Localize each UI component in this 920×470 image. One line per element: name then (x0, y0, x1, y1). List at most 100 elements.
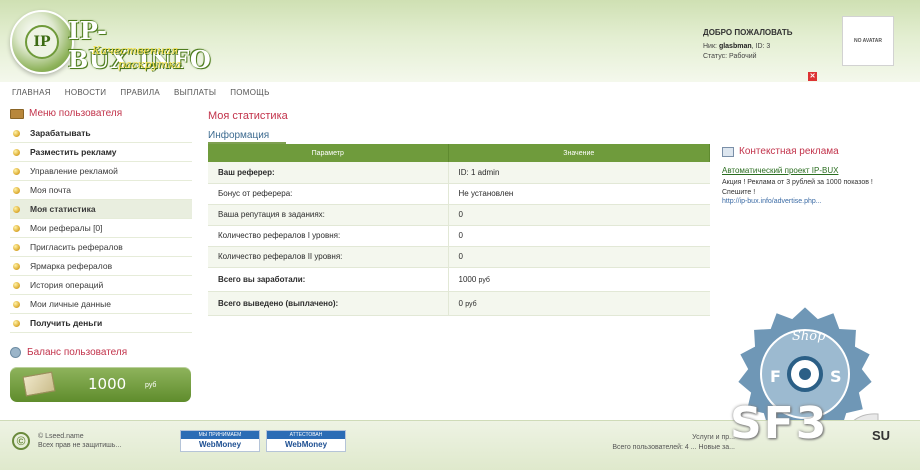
nav-payouts[interactable]: ВЫПЛАТЫ (174, 88, 216, 97)
row-value: 0 (447, 246, 710, 268)
ad-heading: Контекстная реклама (722, 146, 902, 157)
menu-item-label: Пригласить рефералов (30, 242, 123, 252)
menu-item-referrals[interactable]: Мои рефералы [0] (10, 219, 192, 238)
menu-item-label: Мои личные данные (30, 299, 111, 309)
table-row: Ваша репутация в заданиях: 0 (208, 204, 710, 226)
logo-tagline-2: раскрутка (118, 58, 182, 71)
table-row: Ваш реферер: ID: 1 admin (208, 162, 710, 184)
row-label: Количество рефералов I уровня: (208, 225, 448, 247)
row-label: Всего вы заработали: (208, 267, 448, 292)
user-icon (10, 347, 21, 358)
row-value: 0 (447, 204, 710, 226)
banknote-icon (22, 371, 56, 397)
site-header: IP IP-BUX.INFO Качественная раскрутка ДО… (0, 0, 920, 82)
ad-link[interactable]: Автоматический проект IP-BUX (722, 166, 902, 175)
bullet-icon (13, 129, 20, 137)
column-header-parameter: Параметр (208, 144, 449, 162)
balance-value: 1000 (88, 375, 127, 393)
ad-title: Контекстная реклама (739, 146, 839, 157)
footer-stats: Услуги и пр... Всего пользователей: 4 ..… (612, 433, 735, 453)
balance-title: Баланс пользователя (27, 347, 128, 358)
nick-label: Ник: (703, 43, 717, 50)
balance-box: 1000 руб (10, 367, 191, 402)
total-withdrawn-value: 0 (458, 298, 463, 308)
total-earned-value: 1000 (458, 274, 477, 284)
menu-item-mail[interactable]: Моя почта (10, 181, 192, 200)
webmoney-attested-badge[interactable]: АТТЕСТОВАН WebMoney (266, 430, 346, 452)
row-label: Ваш реферер: (208, 162, 448, 184)
stats-table: Параметр Значение Ваш реферер: ID: 1 adm… (208, 144, 710, 316)
bullet-icon (13, 262, 20, 270)
menu-item-label: Управление рекламой (30, 166, 118, 176)
copyright-name[interactable]: © Lseed.name (38, 432, 121, 441)
menu-item-label: Моя статистика (30, 204, 96, 214)
bullet-icon (13, 148, 20, 156)
nav-help[interactable]: ПОМОЩЬ (230, 88, 269, 97)
menu-item-invite[interactable]: Пригласить рефералов (10, 238, 192, 257)
balance-unit: руб (145, 382, 157, 389)
menu-item-manage-ads[interactable]: Управление рекламой (10, 162, 192, 181)
nav-news[interactable]: НОВОСТИ (65, 88, 107, 97)
menu-item-earn[interactable]: Зарабатывать (10, 124, 192, 143)
bullet-icon (13, 167, 20, 175)
menu-item-stats[interactable]: Моя статистика (10, 200, 192, 219)
menu-item-label: Разместить рекламу (30, 147, 117, 157)
row-label: Количество рефералов II уровня: (208, 246, 448, 268)
user-menu-heading: Меню пользователя (10, 108, 192, 119)
bullet-icon (13, 319, 20, 327)
menu-item-label: Моя почта (30, 185, 71, 195)
logout-icon[interactable]: ✕ (808, 72, 817, 81)
table-row: Всего выведено (выплачено): 0 руб (208, 291, 710, 316)
bullet-icon (13, 300, 20, 308)
ad-url[interactable]: http://ip-bux.info/advertise.php... (722, 198, 902, 205)
table-header-row: Параметр Значение (208, 144, 710, 162)
footer-right-line-1[interactable]: Услуги и пр... (612, 433, 735, 443)
menu-item-personal-data[interactable]: Мои личные данные (10, 295, 192, 314)
user-menu-title: Меню пользователя (29, 108, 123, 119)
copyright-block: © Lseed.name Всех прав не защитишь... (38, 432, 121, 450)
id-value: 3 (766, 43, 771, 50)
menu-item-label: Зарабатывать (30, 128, 91, 138)
menu-item-label: Ярмарка рефералов (30, 261, 113, 271)
bullet-icon (13, 224, 20, 232)
wm-badge-top: МЫ ПРИНИМАЕМ (181, 431, 259, 439)
copyright-sub: Всех прав не защитишь... (38, 442, 122, 449)
currency-unit: руб (465, 300, 477, 308)
site-watermark-suffix: SU (872, 428, 891, 443)
bullet-icon (13, 186, 20, 194)
column-header-value: Значение (448, 144, 710, 162)
badge-text-left: F (770, 367, 781, 386)
row-label: Ваша репутация в заданиях: (208, 204, 448, 226)
page-title: Моя статистика (208, 110, 288, 122)
menu-item-place-ad[interactable]: Разместить рекламу (10, 143, 192, 162)
logo-mark: IP (25, 25, 59, 59)
bullet-icon (13, 243, 20, 251)
table-row: Всего вы заработали: 1000 руб (208, 267, 710, 292)
badge-text-top: Shop (792, 329, 826, 344)
nav-home[interactable]: ГЛАВНАЯ (12, 88, 51, 97)
welcome-panel: ДОБРО ПОЖАЛОВАТЬ Ник: glasbman, ID: 3 Ст… (703, 28, 793, 63)
avatar[interactable]: NO AVATAR (842, 16, 894, 66)
id-label: ID: (755, 43, 765, 50)
ad-text: Акция ! Реклама от 3 рублей за 1000 пока… (722, 179, 873, 196)
ad-icon (722, 146, 734, 157)
nav-rules[interactable]: ПРАВИЛА (120, 88, 160, 97)
user-sidebar: Меню пользователя Зарабатывать Разместит… (10, 108, 192, 402)
table-row: Количество рефералов II уровня: 0 (208, 246, 710, 268)
row-label: Всего выведено (выплачено): (208, 291, 448, 316)
logo-tagline-1: Качественная (92, 44, 179, 57)
row-value: Не установлен (447, 183, 710, 205)
menu-item-label: Мои рефералы [0] (30, 223, 103, 233)
menu-item-history[interactable]: История операций (10, 276, 192, 295)
welcome-title: ДОБРО ПОЖАЛОВАТЬ (703, 28, 793, 37)
menu-item-referral-market[interactable]: Ярмарка рефералов (10, 257, 192, 276)
top-nav: ГЛАВНАЯ НОВОСТИ ПРАВИЛА ВЫПЛАТЫ ПОМОЩЬ (12, 88, 284, 97)
copyright-icon: © (12, 432, 30, 450)
menu-item-withdraw[interactable]: Получить деньги (10, 314, 192, 333)
context-ad-panel: Контекстная реклама Автоматический проек… (722, 146, 902, 205)
site-logo[interactable]: IP IP-BUX.INFO Качественная раскрутка (10, 6, 211, 78)
user-nick-line: Ник: glasbman, ID: 3 (703, 43, 771, 50)
currency-unit: руб (478, 276, 490, 284)
webmoney-accept-badge[interactable]: МЫ ПРИНИМАЕМ WebMoney (180, 430, 260, 452)
row-value: ID: 1 admin (447, 162, 710, 184)
